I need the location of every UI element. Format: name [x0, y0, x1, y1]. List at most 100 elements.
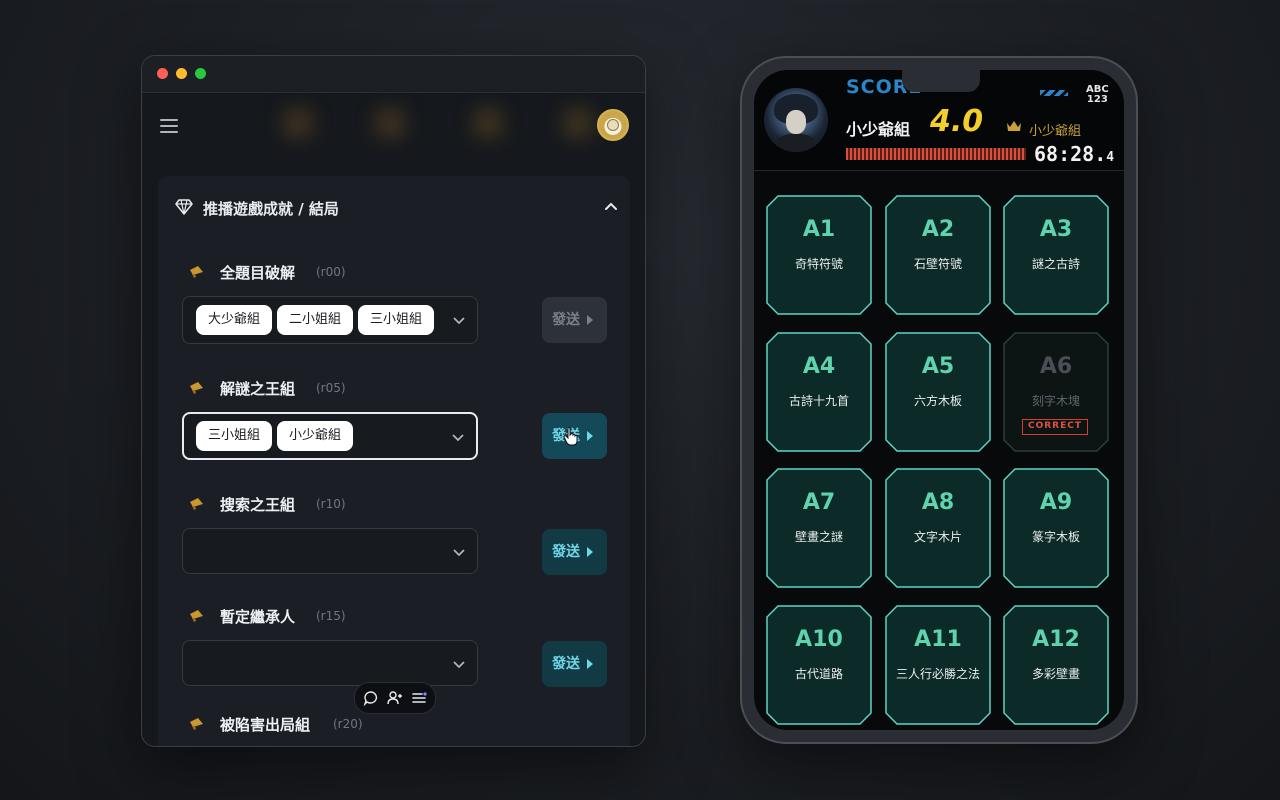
tile-code: A9: [1039, 490, 1073, 515]
countdown-timer: 68:28.4: [1034, 142, 1115, 166]
admin-window: 推播遊戲成就 / 結局 全題目破解 (r00) 大少爺組 二小姐組 三小姐組 發: [141, 55, 646, 747]
team-chip[interactable]: 三小姐組: [358, 305, 435, 335]
app-topbar: [142, 93, 645, 155]
tile-code: A12: [1032, 627, 1080, 652]
team-name: 小少爺組: [846, 120, 911, 139]
team-chip[interactable]: 三小姐組: [196, 421, 273, 451]
team-chip[interactable]: 小少爺組: [277, 421, 354, 451]
tile-name: 三人行必勝之法: [895, 667, 980, 681]
blurred-nav-icon: [374, 107, 406, 139]
leader-team: 小少爺組: [1029, 124, 1082, 139]
blurred-nav-icon: [472, 107, 504, 139]
tile-code: A2: [921, 217, 955, 242]
group-title: 搜索之王組: [220, 496, 296, 514]
tile-name: 石壁符號: [913, 257, 962, 271]
team-chip[interactable]: 二小姐組: [277, 305, 354, 335]
close-window-button[interactable]: [157, 68, 168, 79]
group-code: (r20): [333, 717, 363, 731]
group-code: (r10): [316, 497, 346, 511]
tile-code: A3: [1039, 217, 1073, 242]
puzzle-tile[interactable]: A8 文字木片: [885, 468, 991, 588]
tile-code: A7: [802, 490, 836, 515]
tile-name: 六方木板: [913, 394, 962, 408]
group-code: (r00): [316, 265, 346, 279]
megaphone-icon: [190, 266, 203, 278]
tile-name: 文字木片: [913, 530, 962, 544]
abc-badge: ABC 123: [1086, 84, 1109, 105]
phone-screen: SCORE ABC 123 小少爺組 4.0 小少爺組 68:28.4 A1 奇特符…: [754, 70, 1124, 730]
diamond-icon: [175, 199, 193, 215]
floating-toolbar: [354, 682, 436, 714]
puzzle-tile[interactable]: A7 壁畫之謎: [766, 468, 872, 588]
tile-name: 多彩壁畫: [1031, 667, 1080, 681]
blurred-nav-icon: [282, 107, 314, 139]
team-select[interactable]: [182, 640, 478, 686]
maximize-window-button[interactable]: [195, 68, 206, 79]
phone-notch: [902, 70, 980, 92]
send-button[interactable]: 發送: [542, 529, 607, 575]
puzzle-tile[interactable]: A4 古詩十九首: [766, 332, 872, 452]
menu-icon[interactable]: [160, 119, 178, 133]
tile-code: A6: [1039, 354, 1073, 379]
chevron-down-icon: [453, 317, 465, 325]
list-icon[interactable]: [411, 690, 427, 706]
chevron-down-icon: [453, 549, 465, 557]
tile-code: A5: [921, 354, 955, 379]
crown-icon: [1007, 121, 1021, 131]
add-user-icon[interactable]: [387, 690, 403, 706]
puzzle-tile[interactable]: A10 古代道路: [766, 605, 872, 725]
hand-cursor-icon: [563, 427, 578, 446]
send-button[interactable]: 發送: [542, 297, 607, 343]
tile-code: A8: [921, 490, 955, 515]
tile-name: 古詩十九首: [788, 394, 849, 408]
achievement-panel: 推播遊戲成就 / 結局 全題目破解 (r00) 大少爺組 二小姐組 三小姐組 發: [158, 176, 630, 746]
group-code: (r15): [316, 609, 346, 623]
minimize-window-button[interactable]: [176, 68, 187, 79]
puzzle-tile[interactable]: A11 三人行必勝之法: [885, 605, 991, 725]
puzzle-tile[interactable]: A9 篆字木板: [1003, 468, 1109, 588]
megaphone-icon: [190, 382, 203, 394]
group-title: 解謎之王組: [220, 380, 296, 398]
team-select[interactable]: 大少爺組 二小姐組 三小姐組: [182, 296, 478, 344]
puzzle-tile[interactable]: A6 刻字木塊 CORRECT: [1003, 332, 1109, 452]
chevron-up-icon[interactable]: [604, 200, 618, 214]
panel-title: 推播遊戲成就 / 結局: [203, 200, 339, 218]
send-button[interactable]: 發送: [542, 641, 607, 687]
team-select[interactable]: 三小姐組 小少爺組: [182, 412, 478, 460]
avatar[interactable]: [597, 109, 629, 141]
megaphone-icon: [190, 498, 203, 510]
group-title: 被陷害出局組: [220, 716, 311, 734]
tile-code: A11: [914, 627, 962, 652]
chevron-down-icon: [452, 434, 464, 442]
tile-code: A4: [802, 354, 836, 379]
group-title: 暫定繼承人: [220, 608, 296, 626]
puzzle-tile[interactable]: A12 多彩壁畫: [1003, 605, 1109, 725]
phone-device: SCORE ABC 123 小少爺組 4.0 小少爺組 68:28.4 A1 奇特符…: [740, 56, 1138, 744]
tile-name: 古代道路: [794, 667, 843, 681]
team-chip[interactable]: 大少爺組: [196, 305, 273, 335]
megaphone-icon: [190, 718, 203, 730]
team-portrait: [764, 88, 828, 152]
megaphone-icon: [190, 610, 203, 622]
send-button[interactable]: 發送: [542, 413, 607, 459]
puzzle-tile[interactable]: A2 石壁符號: [885, 195, 991, 315]
tile-name: 壁畫之謎: [794, 530, 843, 544]
decorative-stripes: [1040, 90, 1068, 96]
group-title: 全題目破解: [220, 264, 296, 282]
chat-icon[interactable]: [363, 690, 379, 706]
group-code: (r05): [316, 381, 346, 395]
tile-name: 奇特符號: [794, 257, 843, 271]
tile-name: 篆字木板: [1031, 530, 1080, 544]
time-progress-bar: [846, 148, 1026, 160]
window-titlebar: [142, 56, 645, 93]
puzzle-tile[interactable]: A5 六方木板: [885, 332, 991, 452]
correct-badge: CORRECT: [1022, 419, 1088, 435]
tile-name: 謎之古詩: [1031, 257, 1080, 271]
team-select[interactable]: [182, 528, 478, 574]
puzzle-tile[interactable]: A3 謎之古詩: [1003, 195, 1109, 315]
panel-header[interactable]: 推播遊戲成就 / 結局: [158, 176, 630, 240]
tile-code: A1: [802, 217, 836, 242]
puzzle-tile[interactable]: A1 奇特符號: [766, 195, 872, 315]
blurred-nav-icon: [562, 107, 594, 139]
tile-name: 刻字木塊: [1031, 394, 1080, 408]
